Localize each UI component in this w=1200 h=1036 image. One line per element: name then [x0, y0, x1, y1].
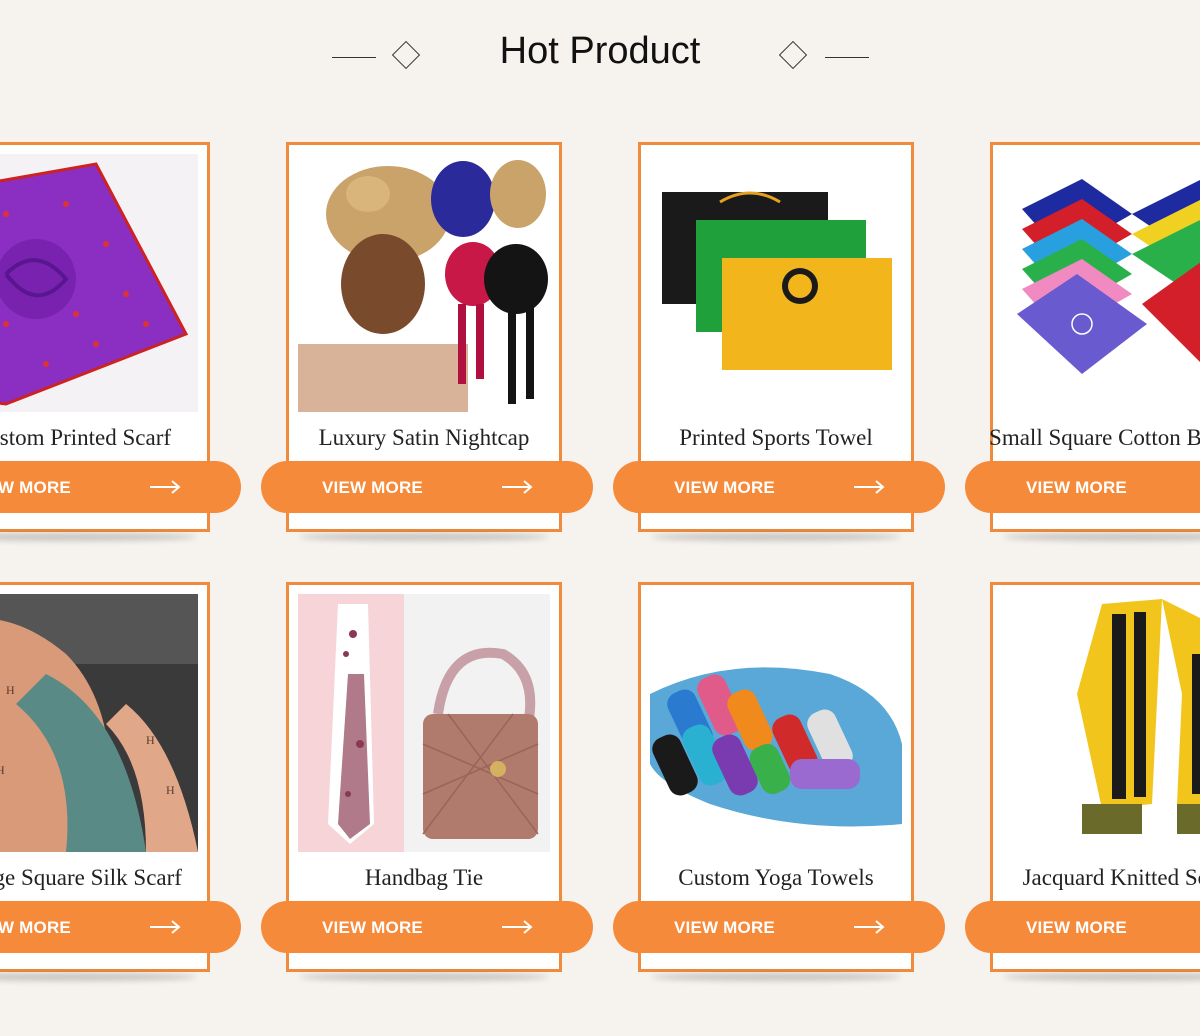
arrow-right-icon: [854, 920, 885, 934]
product-image-purple-scarf[interactable]: [0, 154, 198, 412]
arrow-right-icon: [502, 480, 533, 494]
product-title[interactable]: Custom Printed Scarf: [0, 425, 227, 451]
view-more-label: VIEW MORE: [674, 918, 775, 937]
product-card[interactable]: Custom Printed Scarf VIEW MORE: [0, 142, 241, 532]
product-title[interactable]: Small Square Cotton Bandana: [973, 425, 1200, 451]
product-card[interactable]: Luxury Satin Nightcap VIEW MORE: [261, 142, 593, 532]
view-more-label: VIEW MORE: [1026, 478, 1127, 497]
product-title[interactable]: Luxury Satin Nightcap: [269, 425, 579, 451]
view-more-button[interactable]: VIEW MORE: [965, 461, 1200, 513]
product-card[interactable]: Handbag Tie VIEW MORE: [261, 582, 593, 972]
view-more-label: VIEW MORE: [0, 918, 71, 937]
section-title: Hot Product: [499, 30, 701, 72]
view-more-label: VIEW MORE: [322, 478, 423, 497]
view-more-button[interactable]: VIEW MORE: [261, 461, 593, 513]
svg-text:H: H: [0, 763, 5, 777]
view-more-label: VIEW MORE: [674, 478, 775, 497]
arrow-right-icon: [150, 480, 181, 494]
product-title[interactable]: Custom Yoga Towels: [621, 865, 931, 891]
product-image-yoga-towels[interactable]: [650, 594, 902, 852]
product-title[interactable]: Handbag Tie: [269, 865, 579, 891]
svg-text:H: H: [6, 683, 15, 697]
svg-text:H: H: [146, 733, 155, 747]
product-image-handbag-tie[interactable]: [298, 594, 550, 852]
product-card[interactable]: Small Square Cotton Bandana VIEW MORE: [965, 142, 1200, 532]
product-card[interactable]: Printed Sports Towel VIEW MORE: [613, 142, 945, 532]
hot-product-page: Hot Product Custom Printed Scarf V: [0, 0, 1200, 1036]
product-title[interactable]: Large Square Silk Scarf: [0, 865, 227, 891]
arrow-right-icon: [854, 480, 885, 494]
svg-text:H: H: [166, 783, 175, 797]
product-image-satin-nightcap[interactable]: [298, 154, 550, 412]
product-title[interactable]: Printed Sports Towel: [621, 425, 931, 451]
section-heading: Hot Product: [0, 28, 1200, 84]
heading-right-line: [825, 57, 869, 58]
product-card[interactable]: HHH HHH Large Square Silk Scarf VIEW MOR…: [0, 582, 241, 972]
view-more-button[interactable]: VIEW MORE: [613, 901, 945, 953]
view-more-label: VIEW MORE: [1026, 918, 1127, 937]
view-more-button[interactable]: VIEW MORE: [261, 901, 593, 953]
product-image-knitted-scarf[interactable]: [1002, 594, 1200, 852]
view-more-button[interactable]: VIEW MORE: [965, 901, 1200, 953]
view-more-label: VIEW MORE: [322, 918, 423, 937]
view-more-button[interactable]: VIEW MORE: [613, 461, 945, 513]
product-title[interactable]: Jacquard Knitted Scarf: [973, 865, 1200, 891]
product-image-silk-scarf[interactable]: HHH HHH: [0, 594, 198, 852]
product-card[interactable]: Jacquard Knitted Scarf VIEW MORE: [965, 582, 1200, 972]
arrow-right-icon: [502, 920, 533, 934]
arrow-right-icon: [150, 920, 181, 934]
product-image-sports-towel[interactable]: [650, 154, 902, 412]
product-image-bandanas[interactable]: [1002, 154, 1200, 412]
view-more-button[interactable]: VIEW MORE: [0, 901, 241, 953]
product-card[interactable]: Custom Yoga Towels VIEW MORE: [613, 582, 945, 972]
view-more-button[interactable]: VIEW MORE: [0, 461, 241, 513]
view-more-label: VIEW MORE: [0, 478, 71, 497]
